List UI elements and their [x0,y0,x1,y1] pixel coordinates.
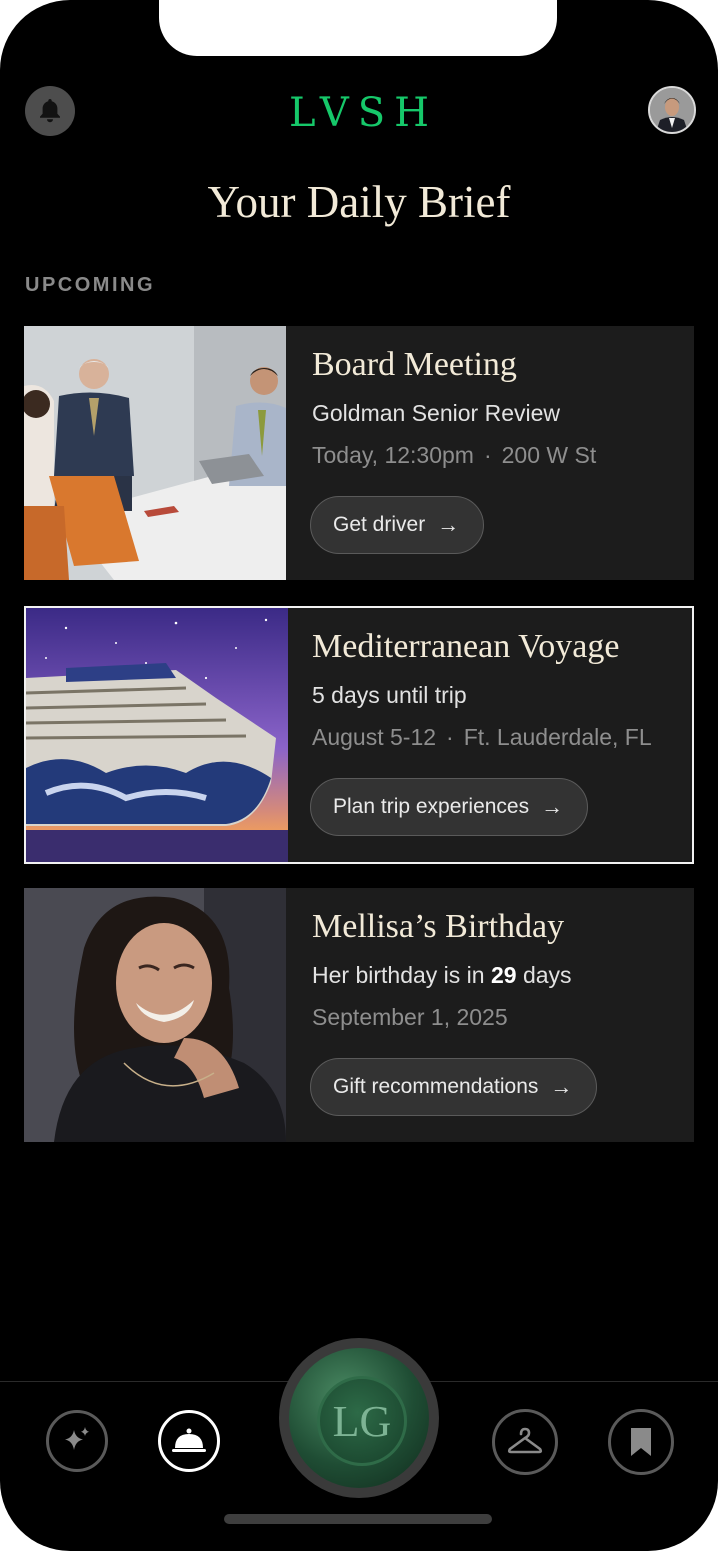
card-subtitle: Her birthday is in 29 days [312,962,572,989]
phone-screen: LVSH Your Daily Brief UPCOMING Board Mee… [0,0,718,1551]
card-subtitle: Goldman Senior Review [312,400,561,426]
portrait-photo [24,888,286,1142]
event-card-mediterranean-voyage[interactable]: Mediterranean Voyage 5 days until trip A… [24,606,694,864]
tab-discover[interactable] [46,1410,108,1472]
get-driver-button[interactable]: Get driver → [310,496,485,554]
bookmark-icon [631,1428,651,1456]
event-time: Today, 12:30pm [312,442,474,468]
trip-dates: August 5-12 [312,724,437,750]
meeting-photo [24,326,286,580]
card-subtitle: 5 days until trip [312,682,467,708]
card-title: Board Meeting [312,346,517,383]
home-indicator [224,1514,492,1524]
button-label: Plan trip experiences [333,795,530,818]
plan-trip-experiences-button[interactable]: Plan trip experiences → [310,778,589,836]
meta-separator: · [483,442,492,468]
event-card-board-meeting[interactable]: Board Meeting Goldman Senior Review Toda… [24,326,694,580]
device-notch [159,0,557,56]
birthday-countdown-days: 29 [490,962,517,988]
birthday-countdown-prefix: Her birthday is in [312,962,485,988]
card-meta: Today, 12:30pm · 200 W St [312,442,596,469]
seal-monogram: LG [317,1376,407,1466]
trip-location: Ft. Lauderdale, FL [463,724,652,750]
event-card-birthday[interactable]: Mellisa’s Birthday Her birthday is in 29… [24,888,694,1142]
button-label: Get driver [333,513,426,536]
card-meta: August 5-12 · Ft. Lauderdale, FL [312,724,652,751]
arrow-right-icon: → [437,512,460,537]
event-location: 200 W St [501,442,597,468]
birthday-date: September 1, 2025 [312,1004,508,1030]
page-title: Your Daily Brief [207,177,511,227]
cruise-ship-photo [26,608,288,862]
birthday-countdown-suffix: days [522,962,572,988]
hanger-icon [507,1427,543,1454]
gift-recommendations-button[interactable]: Gift recommendations → [310,1058,598,1116]
section-label: UPCOMING [25,274,155,296]
button-label: Gift recommendations [333,1075,539,1098]
profile-avatar[interactable] [648,86,696,134]
app-logo: LVSH [289,90,438,136]
tab-saved[interactable] [608,1409,674,1475]
card-title: Mellisa’s Birthday [312,908,565,945]
sparkle-icon [65,1427,89,1450]
tab-wardrobe[interactable] [492,1409,558,1475]
service-bell-icon [172,1428,206,1452]
meta-separator: · [446,724,454,750]
home-seal-button[interactable]: LG [279,1338,439,1498]
tab-concierge[interactable] [158,1410,220,1472]
seal-logo: LG [289,1348,429,1488]
card-title: Mediterranean Voyage [312,628,620,665]
arrow-right-icon: → [541,794,564,819]
arrow-right-icon: → [550,1074,573,1099]
